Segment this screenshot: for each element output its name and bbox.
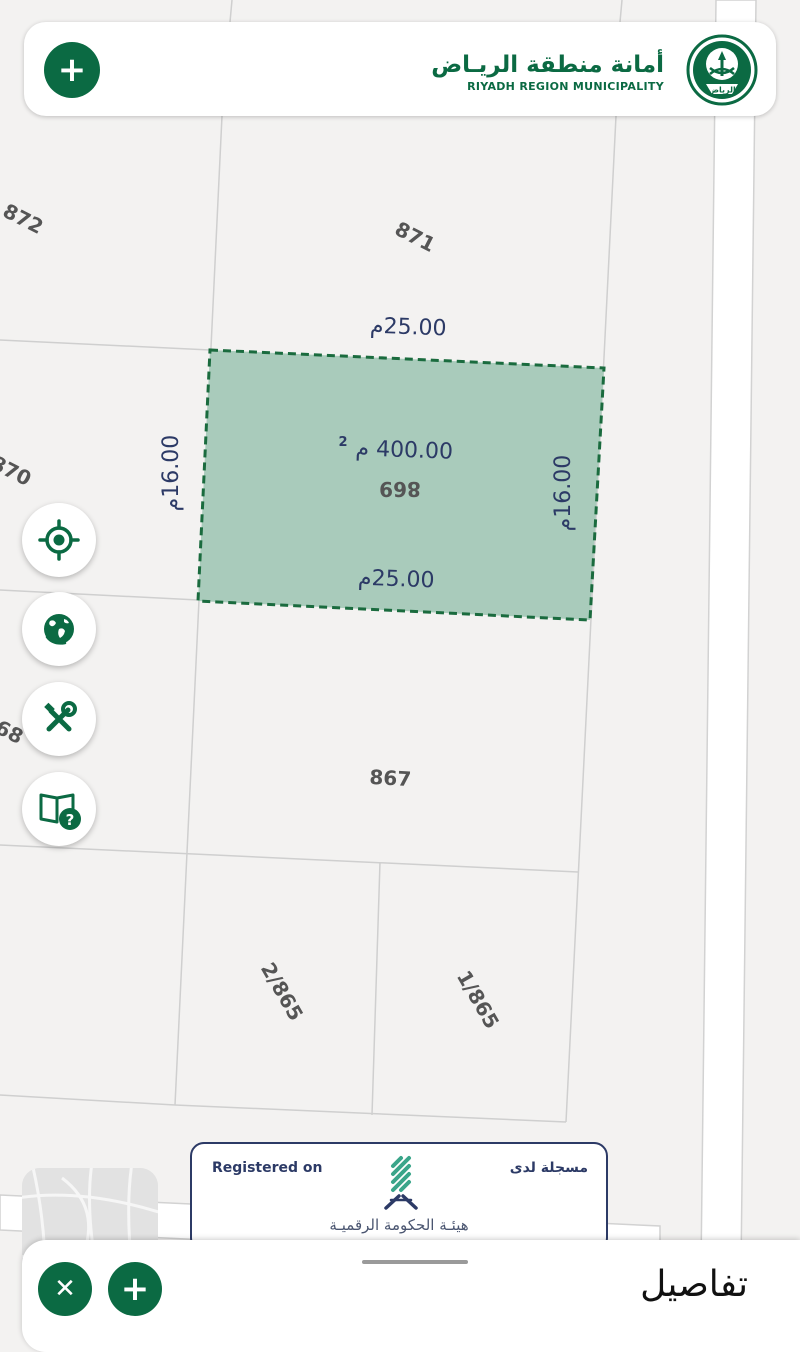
logo-title-english: RIYADH REGION MUNICIPALITY [467, 80, 664, 93]
parcel-label: 867 [369, 765, 412, 791]
registration-card: Registered on مسجلة لدى هيئـة الحكومة ال… [190, 1142, 608, 1252]
digital-government-logo-icon [384, 1156, 418, 1210]
locate-icon [38, 519, 80, 561]
parcel-area: 400.00 م [355, 436, 453, 464]
dimension-top: 25.00م [370, 314, 447, 342]
svg-text:?: ? [66, 811, 75, 829]
details-bottom-sheet: ✕ + تفاصيل [22, 1240, 800, 1352]
add-button[interactable]: + [44, 42, 100, 98]
details-title: تفاصيل [640, 1264, 748, 1305]
close-button[interactable]: ✕ [38, 1262, 92, 1316]
tools-icon [44, 701, 77, 732]
logo-title-arabic: أمانة منطقة الريـاض [431, 52, 664, 78]
parcel-label: 869 [379, 477, 421, 501]
registered-on-label: Registered on [212, 1160, 323, 1176]
digital-government-authority-name: هيئـة الحكومة الرقميـة [329, 1216, 469, 1234]
dimension-right: 16.00م [551, 455, 576, 532]
riyadh-emblem-icon: الرياض [686, 34, 758, 106]
sheet-drag-handle[interactable] [362, 1260, 468, 1264]
locate-button[interactable] [22, 503, 96, 577]
dimension-bottom: 25.00م [358, 566, 435, 594]
add-details-button[interactable]: + [108, 1262, 162, 1316]
dimension-left: 16.00م [159, 435, 184, 512]
help-guide-button[interactable]: ? [22, 772, 96, 846]
area-superscript: 2 [338, 435, 347, 450]
header-bar: + أمانة منطقة الريـاض RIYADH REGION MUNI… [24, 22, 776, 116]
tools-button[interactable] [22, 682, 96, 756]
basemap-button[interactable] [22, 592, 96, 666]
emblem-label: الرياض [708, 86, 736, 96]
help-guide-icon: ? [39, 793, 81, 830]
globe-icon [44, 614, 74, 645]
registered-on-label-arabic: مسجلة لدى [509, 1160, 588, 1176]
